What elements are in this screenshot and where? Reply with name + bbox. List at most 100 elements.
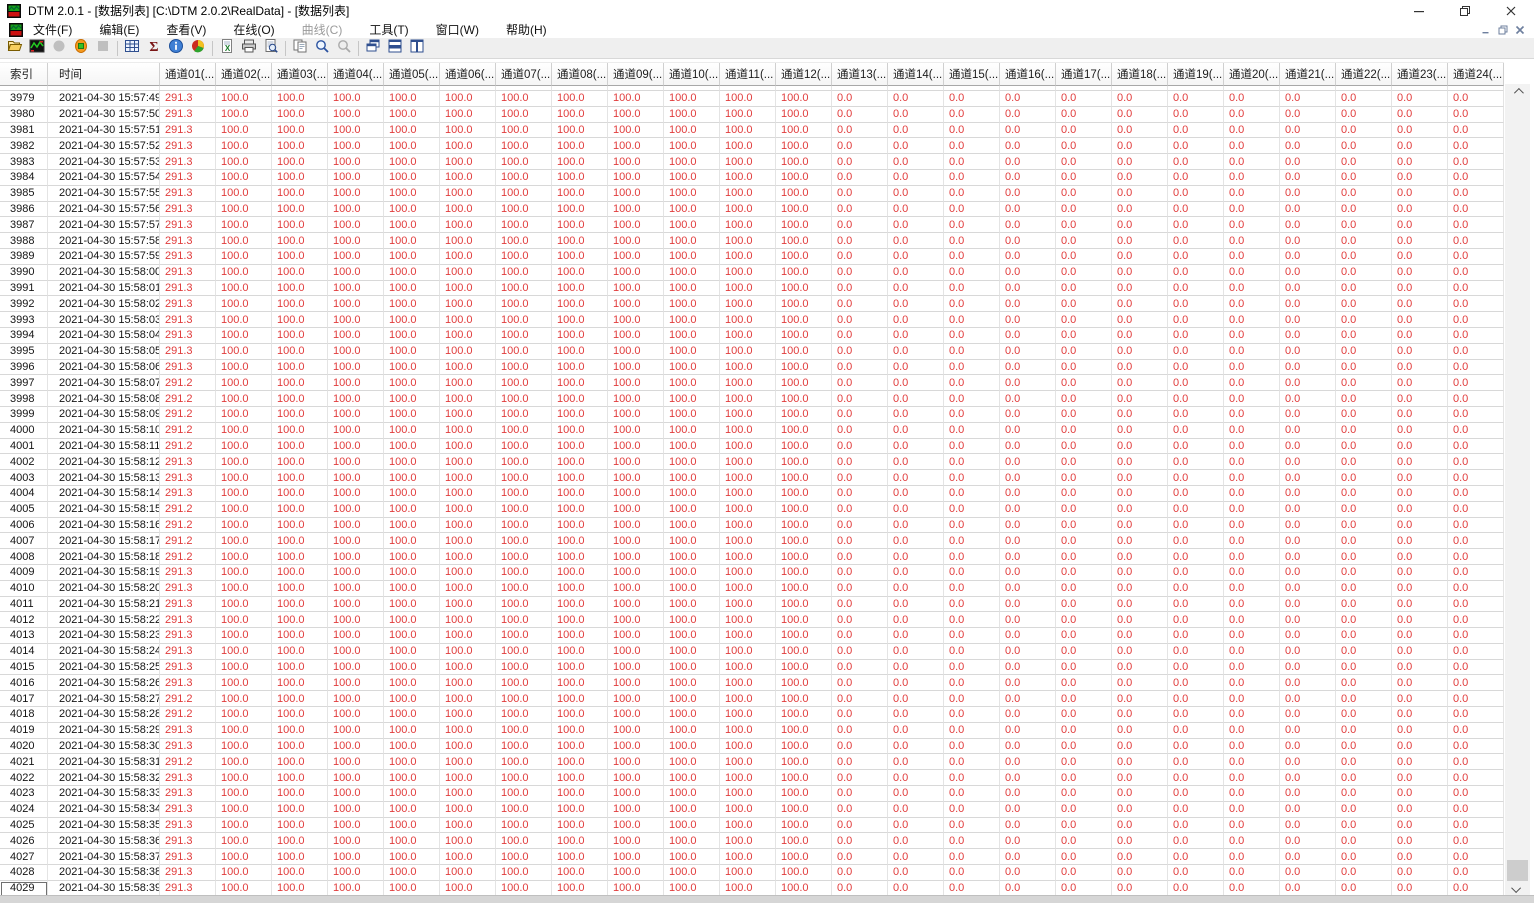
column-header-channel-9[interactable]: 通道09(... <box>608 63 664 86</box>
value-cell[interactable]: 0.0 <box>1000 280 1056 297</box>
value-cell[interactable]: 100.0 <box>216 754 272 771</box>
value-cell[interactable]: 0.0 <box>1112 122 1168 139</box>
column-header-channel-6[interactable]: 通道06(... <box>440 63 496 86</box>
value-cell[interactable]: 0.0 <box>1056 754 1112 771</box>
value-cell[interactable]: 100.0 <box>496 359 552 376</box>
time-cell[interactable]: 2021-04-30 15:58:02 <box>48 296 160 313</box>
value-cell[interactable]: 0.0 <box>1448 849 1504 866</box>
value-cell[interactable]: 0.0 <box>1056 217 1112 234</box>
value-cell[interactable]: 0.0 <box>1112 359 1168 376</box>
value-cell[interactable]: 0.0 <box>1168 817 1224 834</box>
index-cell[interactable]: 3981 <box>0 122 48 139</box>
value-cell[interactable]: 100.0 <box>384 406 440 423</box>
value-cell[interactable]: 0.0 <box>888 865 944 881</box>
value-cell[interactable]: 100.0 <box>216 217 272 234</box>
scrollbar-thumb[interactable] <box>1507 860 1528 881</box>
value-cell[interactable]: 291.3 <box>160 738 216 755</box>
value-cell[interactable]: 0.0 <box>1392 327 1448 344</box>
time-cell[interactable]: 2021-04-30 15:58:13 <box>48 470 160 486</box>
value-cell[interactable]: 0.0 <box>832 91 888 107</box>
value-cell[interactable]: 0.0 <box>1112 549 1168 565</box>
value-cell[interactable]: 0.0 <box>1000 722 1056 739</box>
value-cell[interactable]: 100.0 <box>272 233 328 249</box>
value-cell[interactable]: 0.0 <box>1056 628 1112 644</box>
value-cell[interactable]: 0.0 <box>944 754 1000 771</box>
value-cell[interactable]: 0.0 <box>1336 517 1392 534</box>
value-cell[interactable]: 0.0 <box>1336 801 1392 818</box>
value-cell[interactable]: 0.0 <box>1448 296 1504 313</box>
value-cell[interactable]: 100.0 <box>216 549 272 565</box>
value-cell[interactable]: 291.3 <box>160 454 216 471</box>
value-cell[interactable]: 0.0 <box>1448 596 1504 613</box>
value-cell[interactable]: 0.0 <box>1336 643 1392 660</box>
value-cell[interactable]: 100.0 <box>384 501 440 518</box>
value-cell[interactable]: 100.0 <box>328 122 384 139</box>
value-cell[interactable]: 0.0 <box>832 169 888 186</box>
value-cell[interactable]: 100.0 <box>496 169 552 186</box>
value-cell[interactable]: 0.0 <box>1280 264 1336 281</box>
value-cell[interactable]: 0.0 <box>1280 169 1336 186</box>
value-cell[interactable]: 100.0 <box>496 185 552 202</box>
minimize-button[interactable] <box>1396 0 1442 21</box>
value-cell[interactable]: 100.0 <box>328 865 384 881</box>
value-cell[interactable]: 100.0 <box>496 754 552 771</box>
value-cell[interactable]: 100.0 <box>776 659 832 676</box>
value-cell[interactable]: 0.0 <box>1392 675 1448 692</box>
value-cell[interactable]: 100.0 <box>776 185 832 202</box>
value-cell[interactable]: 0.0 <box>888 185 944 202</box>
value-cell[interactable]: 100.0 <box>328 533 384 550</box>
tile-vertical-button[interactable] <box>406 39 428 58</box>
value-cell[interactable]: 100.0 <box>216 422 272 439</box>
value-cell[interactable]: 0.0 <box>1056 169 1112 186</box>
value-cell[interactable]: 100.0 <box>552 201 608 218</box>
value-cell[interactable]: 291.3 <box>160 359 216 376</box>
value-cell[interactable]: 100.0 <box>328 801 384 818</box>
value-cell[interactable]: 100.0 <box>272 754 328 771</box>
value-cell[interactable]: 0.0 <box>1056 264 1112 281</box>
value-cell[interactable]: 100.0 <box>216 501 272 518</box>
value-cell[interactable]: 100.0 <box>440 122 496 139</box>
value-cell[interactable]: 100.0 <box>496 327 552 344</box>
value-cell[interactable]: 100.0 <box>384 359 440 376</box>
value-cell[interactable]: 100.0 <box>440 801 496 818</box>
value-cell[interactable]: 100.0 <box>216 580 272 597</box>
value-cell[interactable]: 100.0 <box>552 628 608 644</box>
value-cell[interactable]: 0.0 <box>1168 327 1224 344</box>
value-cell[interactable]: 0.0 <box>1336 485 1392 502</box>
value-cell[interactable]: 100.0 <box>776 154 832 170</box>
value-cell[interactable]: 0.0 <box>1392 154 1448 170</box>
value-cell[interactable]: 100.0 <box>496 122 552 139</box>
value-cell[interactable]: 0.0 <box>1224 865 1280 881</box>
value-cell[interactable]: 0.0 <box>944 359 1000 376</box>
value-cell[interactable]: 100.0 <box>664 501 720 518</box>
value-cell[interactable]: 0.0 <box>1392 801 1448 818</box>
value-cell[interactable]: 100.0 <box>440 549 496 565</box>
value-cell[interactable]: 0.0 <box>888 406 944 423</box>
value-cell[interactable]: 100.0 <box>384 154 440 170</box>
value-cell[interactable]: 0.0 <box>1448 817 1504 834</box>
value-cell[interactable]: 100.0 <box>664 849 720 866</box>
value-cell[interactable]: 100.0 <box>776 628 832 644</box>
value-cell[interactable]: 100.0 <box>720 754 776 771</box>
value-cell[interactable]: 100.0 <box>272 786 328 802</box>
value-cell[interactable]: 0.0 <box>832 628 888 644</box>
value-cell[interactable]: 0.0 <box>1112 501 1168 518</box>
value-cell[interactable]: 100.0 <box>720 343 776 360</box>
value-cell[interactable]: 100.0 <box>552 264 608 281</box>
value-cell[interactable]: 0.0 <box>888 722 944 739</box>
value-cell[interactable]: 291.3 <box>160 564 216 581</box>
value-cell[interactable]: 0.0 <box>944 817 1000 834</box>
value-cell[interactable]: 0.0 <box>1112 201 1168 218</box>
value-cell[interactable]: 100.0 <box>272 564 328 581</box>
value-cell[interactable]: 100.0 <box>608 248 664 265</box>
value-cell[interactable]: 100.0 <box>384 106 440 123</box>
value-cell[interactable]: 0.0 <box>1392 833 1448 850</box>
value-cell[interactable]: 100.0 <box>496 738 552 755</box>
excel-export-button[interactable]: X <box>216 38 238 58</box>
value-cell[interactable]: 100.0 <box>384 643 440 660</box>
value-cell[interactable]: 0.0 <box>1224 754 1280 771</box>
value-cell[interactable]: 0.0 <box>1280 359 1336 376</box>
value-cell[interactable]: 100.0 <box>216 154 272 170</box>
index-cell[interactable]: 3983 <box>0 154 48 170</box>
value-cell[interactable]: 100.0 <box>272 391 328 407</box>
